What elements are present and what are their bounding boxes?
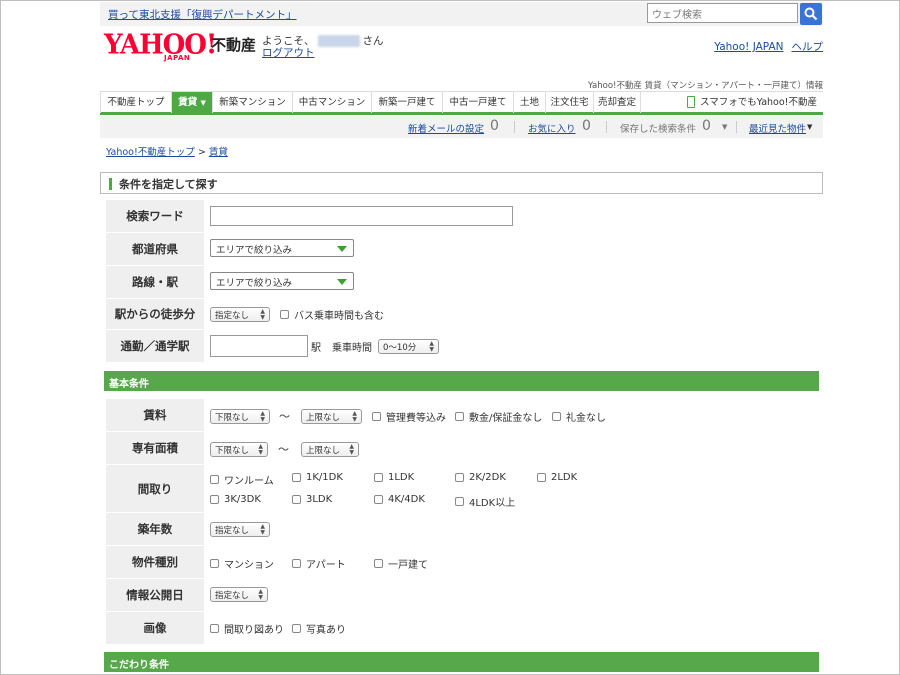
dropdown-arrow-icon [337,279,347,285]
new-mail-count: 0 [490,118,499,134]
ride-time-label: 乗車時間 [332,343,372,354]
image-label: 画像 [106,612,204,644]
help-link[interactable]: ヘルプ [792,41,824,53]
line-station-label: 路線・駅 [106,266,204,298]
range-tilde: 〜 [278,443,289,456]
layout-checkbox[interactable]: 1LDK [374,472,414,483]
commute-station-input[interactable] [210,335,308,357]
new-mail-settings-link[interactable]: 新着メールの設定 [408,121,484,135]
line-station-select[interactable]: エリアで絞り込み [210,272,354,290]
logout-link[interactable]: ログアウト [262,45,315,60]
nav-item-sale-assessment[interactable]: 売却査定 [594,92,641,113]
layout-checkbox[interactable]: 1K/1DK [292,472,343,483]
breadcrumb-home[interactable]: Yahoo!不動産トップ [106,147,195,158]
floor-area-label: 専有面積 [106,432,204,464]
nav-item-custom-house[interactable]: 注文住宅 [546,92,594,113]
campaign-link[interactable]: 買って東北支援「復興デパートメント」 [108,7,296,22]
logo-japan: JAPAN [164,54,191,62]
floor-plan-checkbox[interactable]: 間取り図あり [210,621,284,636]
layout-checkbox[interactable]: 2LDK [537,472,577,483]
logo-text: YAHOO! [104,29,217,61]
recent-dropdown-icon[interactable]: ▼ [807,123,812,131]
photo-checkbox[interactable]: 写真あり [292,621,346,636]
prefecture-select[interactable]: エリアで絞り込み [210,239,354,257]
published-date-label: 情報公開日 [106,579,204,611]
main-nav: 不動産トップ 賃貸 ▼ 新築マンション 中古マンション 新築一戸建て 中古一戸建… [100,91,823,115]
layout-checkbox[interactable]: 4K/4DK [374,494,425,505]
rent-label: 賃料 [106,399,204,431]
keyword-label: 検索ワード [106,200,204,232]
username-redacted [317,35,360,47]
building-age-label: 築年数 [106,513,204,545]
layout-checkbox[interactable]: ワンルーム [210,472,274,487]
top-bar: 買って東北支援「復興デパートメント」 ウェブ検索 [100,2,823,26]
smartphone-icon [687,96,695,108]
bus-time-checkbox[interactable]: バス乗車時間も含む [280,307,384,322]
breadcrumb: Yahoo!不動産トップ > 賃貸 [106,147,228,158]
layout-checkbox[interactable]: 3K/3DK [210,494,261,505]
header-links: Yahoo! JAPAN ヘルプ [706,39,823,54]
yahoo-japan-link[interactable]: Yahoo! JAPAN [714,41,783,53]
search-conditions-heading: 条件を指定して探す [100,172,823,194]
building-age-select[interactable]: 指定なし ▲ ▼ [210,522,270,537]
site-name: 不動産 [211,36,257,54]
station-suffix: 駅 [311,343,321,354]
yahoo-logo[interactable]: YAHOO! JAPAN [104,29,217,64]
recent-viewed-link[interactable]: 最近見た物件 [749,121,806,135]
nav-item-rent[interactable]: 賃貸 ▼ [172,92,213,113]
property-type-checkbox[interactable]: アパート [292,556,346,571]
area-max-select[interactable]: 上限なし ▲ ▼ [301,442,359,457]
search-button[interactable] [800,3,822,25]
dropdown-arrow-icon [337,246,347,252]
favorites-link[interactable]: お気に入り [528,121,576,135]
range-tilde: 〜 [279,410,290,423]
saved-dropdown-icon[interactable]: ▼ [722,123,727,131]
property-type-label: 物件種別 [106,546,204,578]
nav-item-new-house[interactable]: 新築一戸建て [372,92,443,113]
walk-minutes-label: 駅からの徒歩分 [106,299,204,329]
search-icon [804,7,818,21]
layout-checkbox[interactable]: 2K/2DK [455,472,506,483]
rent-min-select[interactable]: 下限なし ▲ ▼ [210,409,270,424]
keyword-input[interactable] [210,206,513,226]
nav-item-new-mansion[interactable]: 新築マンション [213,92,293,113]
nav-item-used-house[interactable]: 中古一戸建て [443,92,514,113]
area-min-select[interactable]: 下限なし ▲ ▼ [210,442,268,457]
nav-item-top[interactable]: 不動産トップ [100,92,172,113]
tagline: Yahoo!不動産 賃貸（マンション・アパート・一戸建て）情報 [588,81,823,91]
no-key-money-checkbox[interactable]: 礼金なし [552,409,606,424]
layout-label: 間取り [106,465,204,512]
nav-mobile-link[interactable]: スマフォでもYahoo!不動産 [687,92,823,112]
nav-item-land[interactable]: 土地 [514,92,546,113]
layout-checkbox[interactable]: 3LDK [292,494,332,505]
breadcrumb-current[interactable]: 賃貸 [209,147,228,158]
published-date-select[interactable]: 指定なし ▲ ▼ [210,587,268,602]
property-type-checkbox[interactable]: マンション [210,556,274,571]
saved-count: 0 [702,118,711,134]
saved-conditions-label[interactable]: 保存した検索条件 [620,121,696,135]
user-subbar: 新着メールの設定 0 お気に入り 0 保存した検索条件 0 ▼ 最近見た物件 ▼ [100,116,823,138]
include-fees-checkbox[interactable]: 管理費等込み [372,409,446,424]
favorites-count: 0 [582,118,591,134]
prefecture-label: 都道府県 [106,233,204,265]
commute-station-label: 通勤／通学駅 [106,330,204,362]
no-deposit-checkbox[interactable]: 敷金/保証金なし [455,409,542,424]
layout-checkbox[interactable]: 4LDK以上 [455,494,515,509]
walk-minutes-select[interactable]: 指定なし ▲ ▼ [210,307,270,322]
property-type-checkbox[interactable]: 一戸建て [374,556,428,571]
web-search-input[interactable]: ウェブ検索 [647,3,798,23]
ride-time-select[interactable]: 0〜10分 ▲ ▼ [378,339,439,354]
nav-item-used-mansion[interactable]: 中古マンション [293,92,372,113]
rent-max-select[interactable]: 上限なし ▲ ▼ [301,409,362,424]
basic-conditions-heading: 基本条件 [104,371,819,391]
special-conditions-heading: こだわり条件 [104,652,819,672]
